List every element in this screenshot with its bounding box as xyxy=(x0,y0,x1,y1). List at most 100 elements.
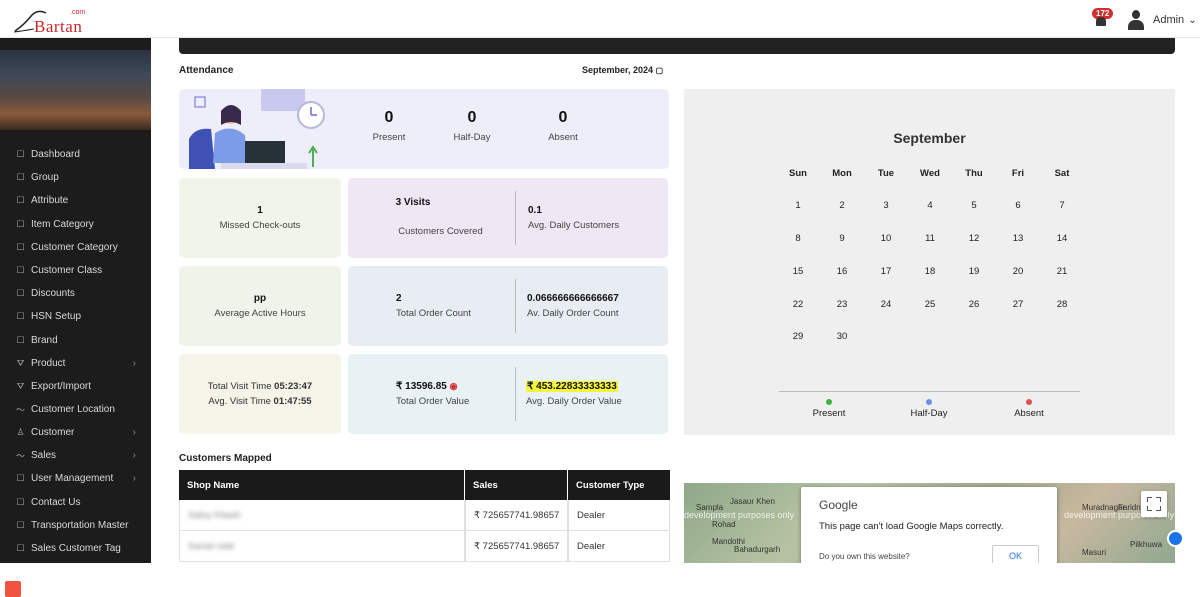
calendar-title: September xyxy=(893,130,966,146)
divider xyxy=(515,279,516,333)
calendar-day[interactable]: 3 xyxy=(871,200,901,211)
calendar-day[interactable]: 14 xyxy=(1047,233,1077,244)
sidebar-item-user-management[interactable]: ☐ User Management › xyxy=(16,469,136,487)
calendar-day[interactable]: 25 xyxy=(915,299,945,310)
calendar-day[interactable]: 18 xyxy=(915,266,945,277)
sidebar-item-hsn-setup[interactable]: ☐ HSN Setup xyxy=(16,307,136,325)
own-site-link[interactable]: Do you own this website? xyxy=(819,552,910,561)
customers-mapped-title: Customers Mapped xyxy=(179,453,272,464)
column-header-customer-type[interactable]: Customer Type xyxy=(568,470,670,500)
customers-map[interactable]: development purposes only development pu… xyxy=(684,483,1175,563)
sidebar-item-brand[interactable]: ☐ Brand xyxy=(16,331,136,349)
trend-icon: 〜 xyxy=(16,404,26,415)
map-place: Rohad xyxy=(712,520,736,529)
square-icon: ☐ xyxy=(16,218,25,229)
sidebar-item-customer-category[interactable]: ☐ Customer Category xyxy=(16,238,136,256)
calendar-divider xyxy=(779,391,1080,392)
calendar-day[interactable]: 21 xyxy=(1047,266,1077,277)
month-picker[interactable]: September, 2024 ▢ xyxy=(582,65,663,75)
brand-suffix: .com xyxy=(70,9,86,16)
sidebar-item-transportation-master[interactable]: ☐ Transportation Master xyxy=(16,516,136,534)
brand-logo[interactable]: Bartan .com xyxy=(12,7,102,36)
sidebar-item-dashboard[interactable]: ☐ Dashboard xyxy=(16,145,136,163)
calendar-day[interactable]: 11 xyxy=(915,233,945,244)
map-place: Masuri xyxy=(1082,548,1107,557)
sidebar-item-customer-class[interactable]: ☐ Customer Class xyxy=(16,261,136,279)
sidebar-item-export-import[interactable]: ⛛ Export/Import xyxy=(16,377,136,395)
sidebar-item-group[interactable]: ☐ Group xyxy=(16,168,136,186)
absent-label: Absent xyxy=(548,132,578,143)
sidebar-item-product[interactable]: ⛛ Product › xyxy=(16,354,136,372)
missed-checkouts-label: Missed Check-outs xyxy=(219,220,301,231)
sidebar-item-attribute[interactable]: ☐ Attribute xyxy=(16,191,136,209)
calendar-day[interactable]: 17 xyxy=(871,266,901,277)
avg-visit-time-value: 01:47:55 xyxy=(273,396,312,407)
ok-button[interactable]: OK xyxy=(992,545,1039,563)
calendar-day[interactable]: 2 xyxy=(827,200,857,211)
sidebar-item-label: Customer Category xyxy=(31,241,118,253)
calendar-day[interactable]: 6 xyxy=(1003,200,1033,211)
calendar-day[interactable]: 9 xyxy=(827,233,857,244)
column-header-shop-name[interactable]: Shop Name xyxy=(179,470,464,500)
avg-visit-time: Avg. Visit Time 01:47:55 xyxy=(179,396,341,407)
missed-checkouts-card: 1 Missed Check-outs xyxy=(179,178,341,258)
square-icon: ☐ xyxy=(16,194,25,205)
square-icon: ☐ xyxy=(16,264,25,275)
sidebar-item-sales-customer-tag[interactable]: ☐ Sales Customer Tag xyxy=(16,539,136,557)
square-icon: ☐ xyxy=(16,148,25,159)
calendar-day[interactable]: 15 xyxy=(783,266,813,277)
brand-name: Bartan xyxy=(34,17,83,36)
legend-dot xyxy=(1026,399,1032,405)
chevron-right-icon: › xyxy=(132,449,136,461)
square-icon: ☐ xyxy=(16,171,25,182)
calendar-day[interactable]: 23 xyxy=(827,299,857,310)
user-name: Admin xyxy=(1153,14,1185,26)
cart-icon: ⛛ xyxy=(16,357,25,368)
notification-button[interactable]: 172 xyxy=(1091,8,1114,30)
calendar-day[interactable]: 10 xyxy=(871,233,901,244)
eye-icon[interactable]: ◉ xyxy=(450,381,458,391)
sidebar-item-label: Sales xyxy=(31,449,57,461)
sidebar-item-label: Product xyxy=(31,357,66,369)
column-header-sales[interactable]: Sales xyxy=(465,470,567,500)
laravel-icon[interactable] xyxy=(5,581,21,597)
calendar-day[interactable]: 8 xyxy=(783,233,813,244)
calendar-day[interactable]: 24 xyxy=(871,299,901,310)
calendar-day[interactable]: 30 xyxy=(827,331,857,342)
calendar-day[interactable]: 1 xyxy=(783,200,813,211)
sidebar-item-sales[interactable]: 〜 Sales › xyxy=(16,446,136,464)
calendar-day[interactable]: 12 xyxy=(959,233,989,244)
table-cell-shop: Saniel side xyxy=(179,531,465,562)
calendar-day[interactable]: 28 xyxy=(1047,299,1077,310)
calendar-day[interactable]: 16 xyxy=(827,266,857,277)
main-content: Attendance September, 2024 ▢ 0 Present 0… xyxy=(151,38,1200,563)
sidebar-item-customer[interactable]: ♙ Customer › xyxy=(16,423,136,441)
visits-label: Customers Covered xyxy=(398,226,483,237)
sidebar-item-label: User Management xyxy=(31,472,114,484)
square-icon: ☐ xyxy=(16,334,25,345)
sidebar-item-customer-location[interactable]: 〜 Customer Location xyxy=(16,400,136,418)
calendar-day[interactable]: 26 xyxy=(959,299,989,310)
missed-checkouts-value: 1 xyxy=(257,205,263,216)
calendar-day[interactable]: 7 xyxy=(1047,200,1077,211)
calendar-day[interactable]: 13 xyxy=(1003,233,1033,244)
calendar-day[interactable]: 19 xyxy=(959,266,989,277)
user-menu[interactable]: Admin ⌄ xyxy=(1127,10,1197,30)
shop-name: Saloy Kitash xyxy=(188,509,241,521)
calendar-day[interactable]: 4 xyxy=(915,200,945,211)
sidebar-item-discounts[interactable]: ☐ Discounts xyxy=(16,284,136,302)
absent-count: 0 xyxy=(558,109,568,126)
calendar-day[interactable]: 5 xyxy=(959,200,989,211)
attendance-illustration xyxy=(189,89,325,169)
table-cell-shop: Saloy Kitash xyxy=(179,500,465,531)
sidebar-item-item-category[interactable]: ☐ Item Category xyxy=(16,215,136,233)
calendar-day[interactable]: 22 xyxy=(783,299,813,310)
sidebar-item-contact-us[interactable]: ☐ Contact Us xyxy=(16,493,136,511)
map-marker-icon[interactable] xyxy=(1167,530,1184,547)
square-icon: ☐ xyxy=(16,310,25,321)
fullscreen-icon[interactable] xyxy=(1141,491,1167,517)
calendar-day[interactable]: 20 xyxy=(1003,266,1033,277)
calendar-day[interactable]: 29 xyxy=(783,331,813,342)
avg-customers-value: 0.1 xyxy=(528,205,542,216)
calendar-day[interactable]: 27 xyxy=(1003,299,1033,310)
